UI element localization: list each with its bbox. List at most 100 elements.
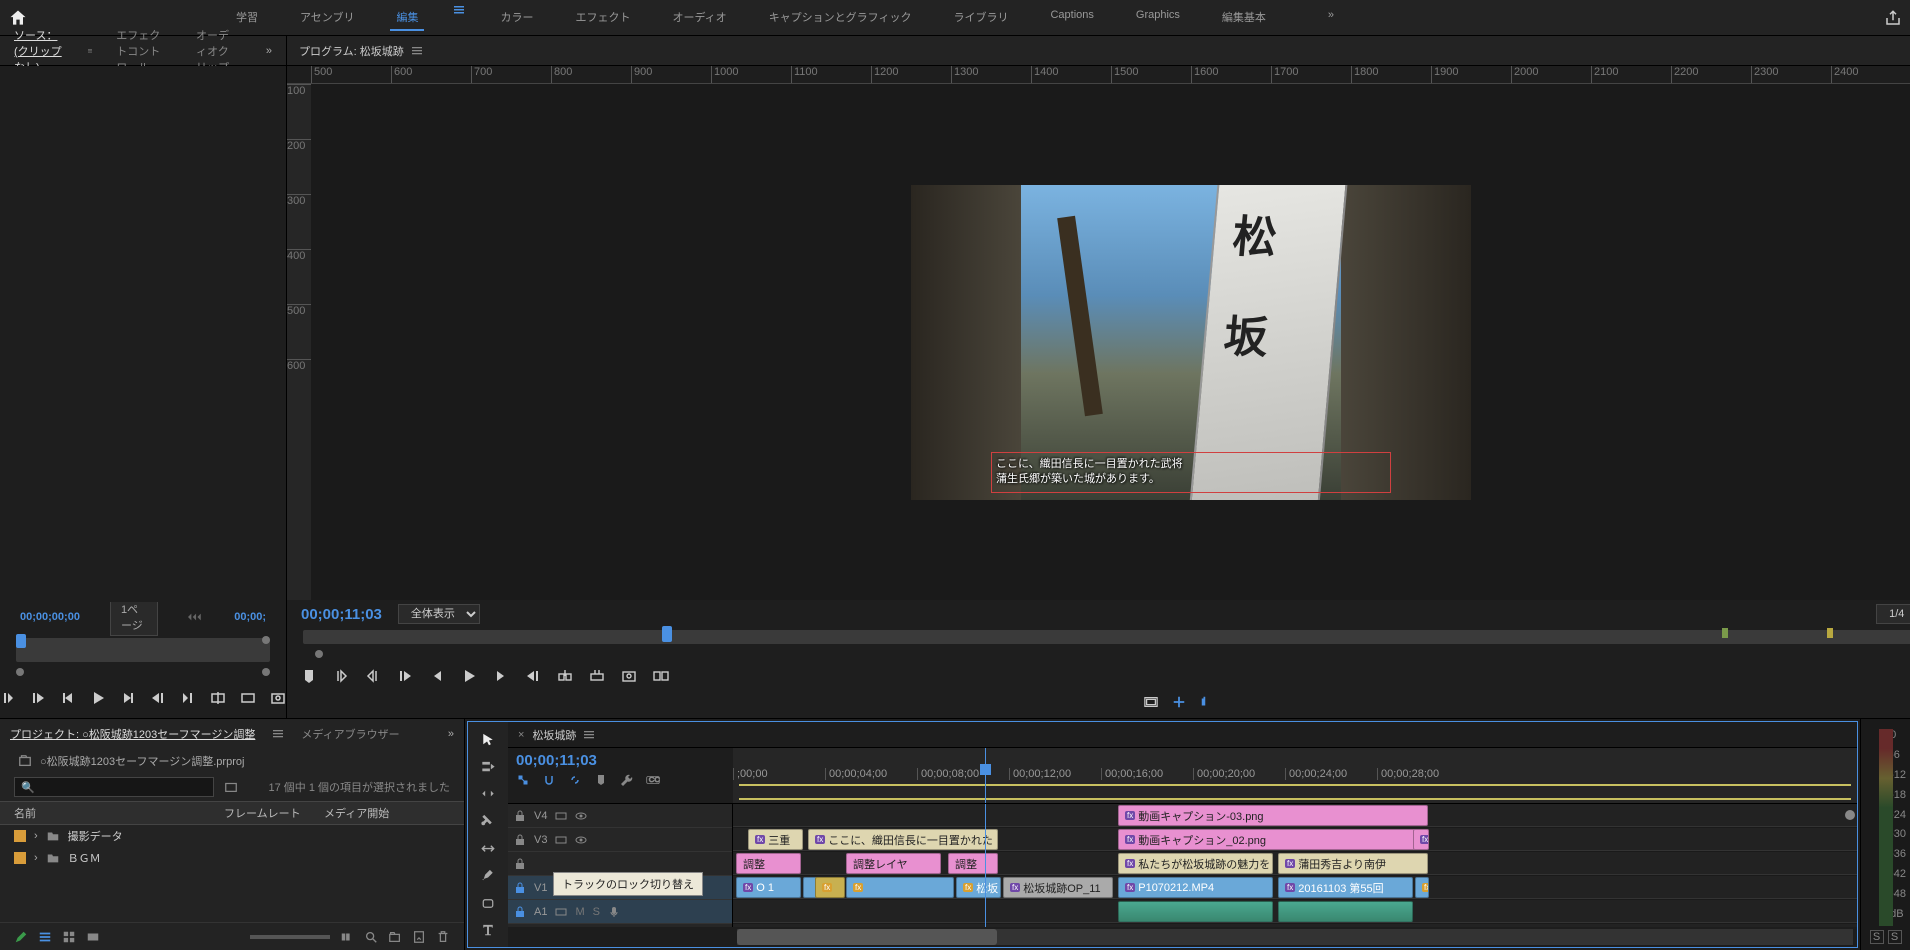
pencil-icon[interactable] [14,930,28,944]
go-in-icon[interactable] [397,668,413,684]
snap-icon[interactable] [542,773,556,787]
extract-icon[interactable] [589,668,605,684]
audio-clip[interactable] [1118,901,1273,922]
audio-clip[interactable] [1278,901,1413,922]
source-monitor[interactable] [0,66,286,602]
program-ruler-v[interactable]: 100200300400500600 [287,84,311,600]
ws-tab-captions-graphics[interactable]: キャプションとグラフィック [763,5,918,31]
clip[interactable]: fx [815,877,845,898]
bin-row[interactable]: › 撮影データ [0,825,464,847]
export-frame-icon[interactable] [621,668,637,684]
trash-icon[interactable] [436,930,450,944]
mark-in-icon[interactable] [333,668,349,684]
ws-tab-color[interactable]: カラー [494,5,539,31]
new-item-icon[interactable] [412,930,426,944]
clip[interactable]: fxO 1 [736,877,801,898]
clip[interactable]: fx三重 [748,829,803,850]
settings-icon[interactable] [620,773,634,787]
program-canvas[interactable]: 松 坂 ここに、織田信長に一目置かれた武将 蒲生氏郷が築いた城があります。 [311,84,1910,600]
eye-icon[interactable] [575,834,587,846]
thumbnail-slider[interactable] [250,935,330,939]
eye-icon[interactable] [575,810,587,822]
ws-menu-icon[interactable] [454,5,464,15]
meter-bar[interactable] [1879,729,1893,926]
clip[interactable]: fx松坂 [956,877,1001,898]
bin-back-icon[interactable] [18,754,32,768]
mark-out-icon[interactable] [180,690,196,706]
project-menu-icon[interactable] [273,729,283,739]
clip[interactable]: 調整レイヤ [846,853,941,874]
sequence-menu-icon[interactable] [584,730,594,740]
share-icon[interactable] [1884,9,1902,27]
play-icon[interactable] [90,690,106,706]
solo-left[interactable]: S [1870,930,1884,944]
track-select-tool-icon[interactable] [480,759,496,774]
source-step-icons[interactable] [188,611,204,623]
mic-icon[interactable] [608,906,620,918]
clip[interactable]: fx動画キャプション-03.png [1118,805,1428,826]
source-tc-in[interactable]: 00;00;00;00 [20,611,80,623]
program-zoom-rail[interactable] [315,650,1910,660]
sequence-name[interactable]: 松坂城跡 [532,727,576,743]
solo-right[interactable]: S [1888,930,1902,944]
tab-project[interactable]: プロジェクト: ○松阪城跡1203セーフマージン調整 [10,726,255,742]
ws-tab-assembly[interactable]: アセンブリ [294,5,360,31]
track-header-a1[interactable]: A1 MS [508,900,732,924]
lock-icon[interactable] [514,834,526,846]
ws-tab-effects[interactable]: エフェクト [569,5,636,31]
step-fwd-icon[interactable] [493,668,509,684]
program-menu-icon[interactable] [412,46,422,56]
subtitle-overlay[interactable]: ここに、織田信長に一目置かれた武将 蒲生氏郷が築いた城があります。 [996,457,1386,488]
clip[interactable]: fx私たちが松坂城跡の魅力を [1118,853,1273,874]
go-in-icon[interactable] [30,690,46,706]
playhead[interactable] [985,748,986,803]
timeline-tc[interactable]: 00;00;11;03 [516,752,725,769]
target-icon[interactable] [555,810,567,822]
bin-row[interactable]: › ＢＧＭ [0,847,464,869]
target-icon[interactable] [555,834,567,846]
lock-icon[interactable] [514,906,526,918]
step-back-icon[interactable] [60,690,76,706]
play-icon[interactable] [461,668,477,684]
clip[interactable]: fx蒲田秀吉より南伊 [1278,853,1428,874]
razor-tool-icon[interactable] [480,813,496,828]
insert-icon[interactable] [210,690,226,706]
timeline-zoom-scrub[interactable] [737,929,1853,945]
clip[interactable]: fx [1415,877,1429,898]
lock-icon[interactable] [514,858,526,870]
export-frame-icon[interactable] [270,690,286,706]
playhead-line[interactable] [985,804,986,927]
safe-margin-icon[interactable] [1144,695,1158,709]
col-framerate[interactable]: フレームレート [224,805,324,821]
clip[interactable]: fx [846,877,954,898]
clip[interactable]: fx20161103 第55回 [1278,877,1413,898]
close-sequence-icon[interactable]: × [518,729,524,741]
col-name[interactable]: 名前 [14,805,224,821]
list-view-icon[interactable] [38,930,52,944]
selection-tool-icon[interactable] [480,732,496,747]
pen-tool-icon[interactable] [480,868,496,883]
target-icon[interactable] [555,906,567,918]
program-tc-current[interactable]: 00;00;11;03 [301,606,382,623]
ws-tab-graphics[interactable]: Graphics [1130,5,1186,31]
add-marker-icon[interactable] [301,668,317,684]
marker-icon[interactable] [594,773,608,787]
new-bin-icon[interactable] [224,780,238,794]
find-icon[interactable] [364,930,378,944]
program-scrub[interactable] [303,630,1910,644]
col-media-start[interactable]: メディア開始 [324,805,450,821]
clip[interactable]: fxここに、織田信長に一目置かれた [808,829,998,850]
step-back-icon[interactable] [429,668,445,684]
clip[interactable]: 調整 [736,853,801,874]
ws-tab-audio[interactable]: オーディオ [666,5,732,31]
source-menu-icon[interactable] [88,46,92,56]
keyframe-icon[interactable] [1845,810,1855,820]
step-fwd-icon[interactable] [120,690,136,706]
lock-icon[interactable] [514,810,526,822]
program-ruler-h[interactable]: 5006007008009001000110012001300140015001… [287,66,1910,84]
clip[interactable]: fx [1413,829,1429,850]
clip[interactable]: 調整 [948,853,998,874]
project-overflow-icon[interactable]: » [448,728,454,740]
lift-icon[interactable] [557,668,573,684]
ws-tab-edit[interactable]: 編集 [390,5,424,31]
